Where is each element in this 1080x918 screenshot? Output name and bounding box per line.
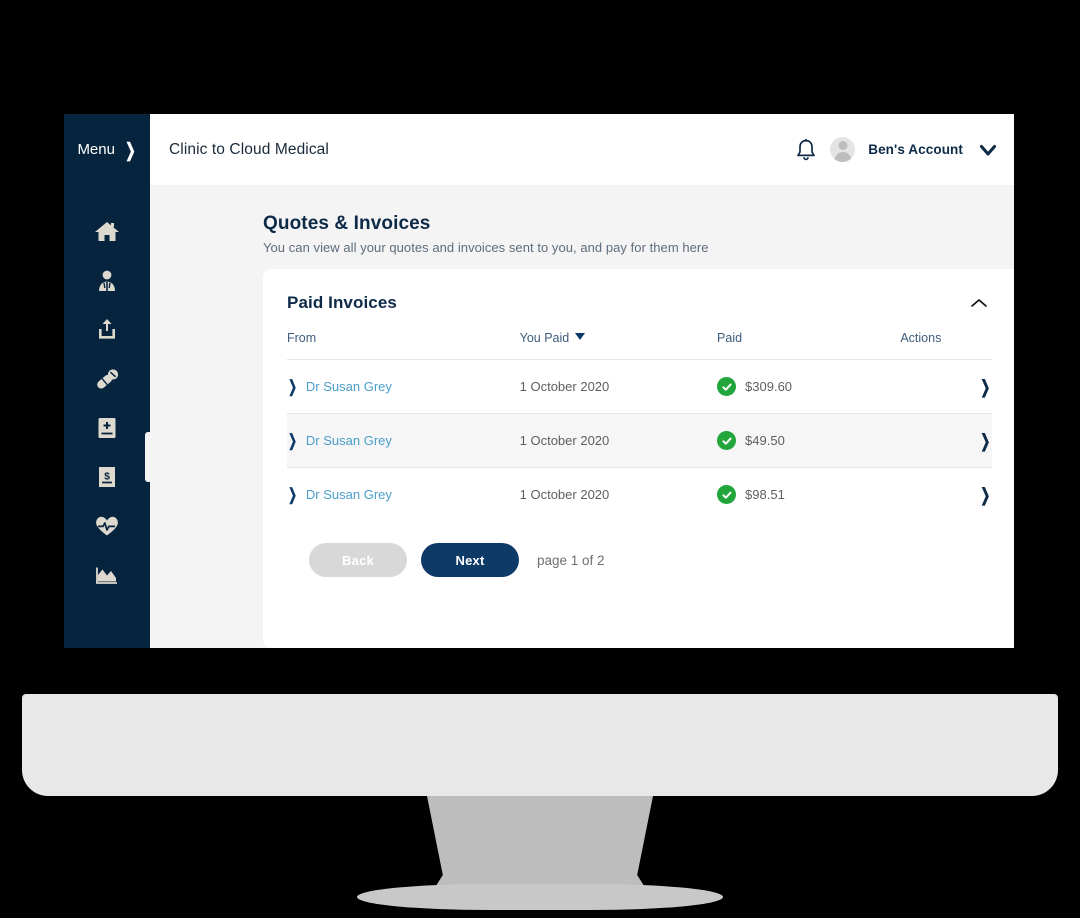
from-name: Dr Susan Grey xyxy=(305,433,392,448)
sidebar-item-doctor[interactable] xyxy=(64,256,150,305)
chevron-right-icon[interactable]: ❯ xyxy=(981,376,991,397)
invoice-dollar-icon: $ xyxy=(99,466,115,487)
upload-icon xyxy=(99,318,115,339)
cell-paid: $98.51 xyxy=(717,467,901,521)
column-header-paid[interactable]: Paid xyxy=(717,331,900,360)
cell-from: ❯ Dr Susan Grey xyxy=(287,413,520,468)
top-bar: Clinic to Cloud Medical Ben's Account xyxy=(150,114,1014,185)
cell-actions: ❯ xyxy=(900,467,992,521)
column-header-you-paid[interactable]: You Paid xyxy=(520,331,717,360)
cell-from: ❯ Dr Susan Grey xyxy=(287,467,520,521)
cell-you-paid: 1 October 2020 xyxy=(519,467,718,521)
bell-icon[interactable] xyxy=(795,138,817,162)
from-name: Dr Susan Grey xyxy=(305,379,392,394)
invoice-expand-link[interactable]: ❯ Dr Susan Grey xyxy=(287,430,392,450)
sidebar-item-medical-record[interactable] xyxy=(64,403,150,452)
screenshot-stage: Menu ❯ $ Clinic to Cloud Medical Ben's A… xyxy=(0,0,1080,918)
sidebar-item-reports[interactable] xyxy=(64,550,150,599)
check-circle-icon xyxy=(717,431,737,450)
sidebar-item-upload[interactable] xyxy=(64,305,150,354)
chart-icon xyxy=(96,567,117,584)
table-row[interactable]: ❯ Dr Susan Grey 1 October 2020 xyxy=(287,413,992,468)
cell-paid: $49.50 xyxy=(717,413,901,468)
chevron-up-icon xyxy=(971,299,987,307)
paid-amount: $98.51 xyxy=(745,487,785,502)
doctor-icon xyxy=(99,270,115,291)
cell-actions: ❯ xyxy=(900,413,992,468)
sidebar: Menu ❯ $ xyxy=(64,114,155,648)
monitor-chin xyxy=(22,694,1058,796)
sidebar-item-medication[interactable] xyxy=(64,354,150,403)
sidebar-nav-list: $ xyxy=(64,185,150,599)
pagination: Back Next page 1 of 2 xyxy=(287,521,992,577)
table-header: From You Paid Paid Actions xyxy=(287,331,992,360)
page-indicator: page 1 of 2 xyxy=(537,552,605,568)
chevron-right-icon: ❯ xyxy=(288,484,297,504)
cell-actions: ❯ xyxy=(900,359,992,414)
paid-amount: $309.60 xyxy=(745,379,793,394)
page-subtitle: You can view all your quotes and invoice… xyxy=(263,240,709,255)
screen-viewport: Menu ❯ $ Clinic to Cloud Medical Ben's A… xyxy=(64,114,1014,648)
page-heading-block: Quotes & Invoices You can view all your … xyxy=(150,185,1014,269)
invoice-expand-link[interactable]: ❯ Dr Susan Grey xyxy=(287,484,392,504)
menu-label: Menu xyxy=(77,141,115,158)
sidebar-item-health[interactable] xyxy=(64,501,150,550)
sidebar-item-home[interactable] xyxy=(64,207,150,256)
back-button[interactable]: Back xyxy=(309,543,407,577)
avatar[interactable] xyxy=(830,137,856,162)
paid-amount: $49.50 xyxy=(745,433,785,448)
table-body: ❯ Dr Susan Grey 1 October 2020 $309.60 ❯… xyxy=(287,359,992,521)
account-name: Ben's Account xyxy=(868,142,963,157)
column-header-actions: Actions xyxy=(900,331,942,345)
chevron-right-icon: ❯ xyxy=(288,430,297,450)
next-button[interactable]: Next xyxy=(421,543,519,577)
check-circle-icon xyxy=(717,485,737,504)
sort-desc-icon xyxy=(575,333,586,340)
paid-amount-group: $309.60 xyxy=(717,377,900,396)
sidebar-item-invoices[interactable]: $ xyxy=(64,452,150,501)
from-name: Dr Susan Grey xyxy=(305,487,392,502)
chevron-right-icon: ❯ xyxy=(288,376,297,396)
chevron-right-icon[interactable]: ❯ xyxy=(981,430,991,451)
svg-text:$: $ xyxy=(104,470,110,482)
chevron-down-icon[interactable] xyxy=(978,140,998,160)
table-row[interactable]: ❯ Dr Susan Grey 1 October 2020 xyxy=(287,467,992,521)
home-icon xyxy=(95,221,119,241)
card-header: Paid Invoices xyxy=(287,293,992,313)
brand-title: Clinic to Cloud Medical xyxy=(169,140,329,158)
column-header-you-paid-label: You Paid xyxy=(519,331,570,345)
table-row[interactable]: ❯ Dr Susan Grey 1 October 2020 xyxy=(287,359,992,414)
menu-toggle[interactable]: Menu ❯ xyxy=(64,114,150,185)
column-header-from[interactable]: From xyxy=(287,331,520,360)
invoice-expand-link[interactable]: ❯ Dr Susan Grey xyxy=(287,376,392,396)
chevron-right-icon[interactable]: ❯ xyxy=(981,484,991,505)
collapse-card-button[interactable] xyxy=(966,293,992,313)
pills-icon xyxy=(97,368,119,389)
check-circle-icon xyxy=(717,377,737,396)
active-nav-indicator xyxy=(145,432,155,482)
cell-you-paid: 1 October 2020 xyxy=(519,413,718,468)
card-title: Paid Invoices xyxy=(287,293,397,312)
paid-amount-group: $98.51 xyxy=(717,485,900,504)
heart-pulse-icon xyxy=(96,516,118,535)
chevron-right-icon: ❯ xyxy=(124,139,136,161)
cell-you-paid: 1 October 2020 xyxy=(519,359,718,414)
cell-from: ❯ Dr Susan Grey xyxy=(287,359,520,414)
cell-paid: $309.60 xyxy=(717,359,901,414)
paid-invoices-table: From You Paid Paid Actions ❯ Dr Susan Gr… xyxy=(287,331,992,521)
topbar-right-group: Ben's Account xyxy=(795,137,998,162)
paid-invoices-card: Paid Invoices From You Paid Paid Actions… xyxy=(263,269,1014,648)
paid-amount-group: $49.50 xyxy=(717,431,900,450)
monitor-stand-base xyxy=(357,884,723,910)
main-area: Clinic to Cloud Medical Ben's Account Qu… xyxy=(150,114,1014,648)
medical-record-icon xyxy=(98,417,116,438)
table-header-row: From You Paid Paid Actions xyxy=(287,331,992,360)
page-title: Quotes & Invoices xyxy=(263,213,431,234)
